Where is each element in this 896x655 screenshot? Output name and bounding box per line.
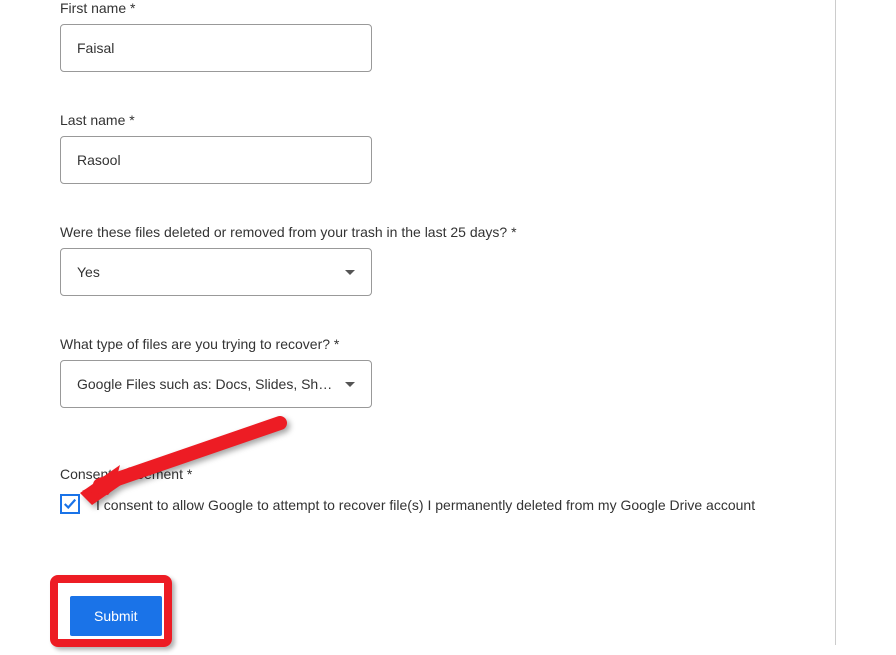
file-type-label: What type of files are you trying to rec… xyxy=(60,336,836,352)
file-type-value: Google Files such as: Docs, Slides, She.… xyxy=(77,376,333,392)
checkmark-icon xyxy=(63,497,77,511)
deleted-question-label: Were these files deleted or removed from… xyxy=(60,224,836,240)
submit-button[interactable]: Submit xyxy=(70,596,162,636)
last-name-label: Last name * xyxy=(60,112,836,128)
last-name-input[interactable] xyxy=(60,136,372,184)
consent-checkbox[interactable] xyxy=(60,494,80,514)
caret-down-icon xyxy=(345,382,355,387)
deleted-question-dropdown[interactable]: Yes xyxy=(60,248,372,296)
vertical-divider xyxy=(835,0,836,645)
first-name-input[interactable] xyxy=(60,24,372,72)
first-name-label: First name * xyxy=(60,0,836,16)
consent-text: I consent to allow Google to attempt to … xyxy=(96,494,755,516)
file-type-dropdown[interactable]: Google Files such as: Docs, Slides, She.… xyxy=(60,360,372,408)
consent-label: Consent agreement * xyxy=(60,466,836,482)
caret-down-icon xyxy=(345,270,355,275)
deleted-question-value: Yes xyxy=(77,264,333,280)
